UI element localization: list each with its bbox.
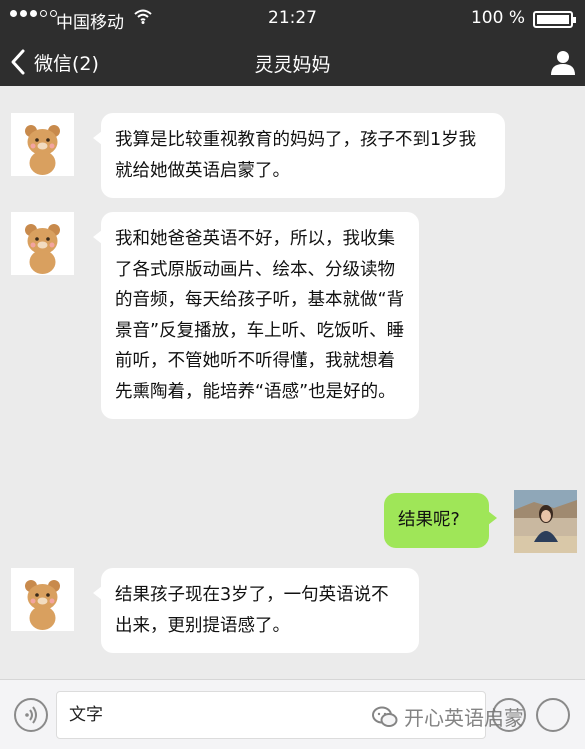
message-text: 结果呢? (398, 510, 460, 530)
voice-button[interactable] (14, 698, 48, 732)
chat-title: 灵灵妈妈 (254, 54, 331, 76)
photo-avatar-icon (514, 490, 577, 553)
bear-avatar-icon (25, 224, 60, 274)
plus-button[interactable] (536, 698, 570, 732)
message-bubble[interactable]: 我算是比较重视教育的妈妈了，孩子不到1岁我就给她做英语启蒙了。 (93, 113, 505, 198)
watermark: 开心英语启蒙 (372, 702, 524, 731)
contact-avatar[interactable] (11, 113, 74, 176)
profile-icon[interactable] (549, 48, 577, 76)
status-bar: 中国移动 21:27 100 % (0, 0, 585, 38)
message-bubble-self[interactable]: 结果呢? (384, 493, 497, 548)
battery-percent: 100 % (470, 8, 525, 28)
contact-avatar[interactable] (11, 568, 74, 631)
message-text: 我和她爸爸英语不好，所以，我收集了各式原版动画片、绘本、分级读物的音频，每天给孩… (115, 229, 405, 402)
nav-bar: 微信(2) 灵灵妈妈 (0, 38, 585, 86)
watermark-text: 开心英语启蒙 (404, 706, 524, 730)
battery-icon (533, 11, 576, 28)
bear-avatar-icon (25, 125, 60, 175)
message-text: 我算是比较重视教育的妈妈了，孩子不到1岁我就给她做英语启蒙了。 (115, 130, 477, 181)
chat-area[interactable]: 我算是比较重视教育的妈妈了，孩子不到1岁我就给她做英语启蒙了。 我和她爸爸英语不… (0, 86, 585, 679)
wechat-logo-icon (372, 706, 398, 727)
message-bubble[interactable]: 结果孩子现在3岁了，一句英语说不出来，更别提语感了。 (93, 568, 419, 653)
voice-icon (25, 706, 37, 724)
input-bar: 文字 开心英语启蒙 (0, 679, 585, 749)
message-text: 结果孩子现在3岁了，一句英语说不出来，更别提语感了。 (115, 585, 389, 636)
contact-avatar[interactable] (11, 212, 74, 275)
self-avatar[interactable] (514, 490, 577, 553)
message-bubble[interactable]: 我和她爸爸英语不好，所以，我收集了各式原版动画片、绘本、分级读物的音频，每天给孩… (93, 212, 419, 419)
bear-avatar-icon (25, 580, 60, 630)
